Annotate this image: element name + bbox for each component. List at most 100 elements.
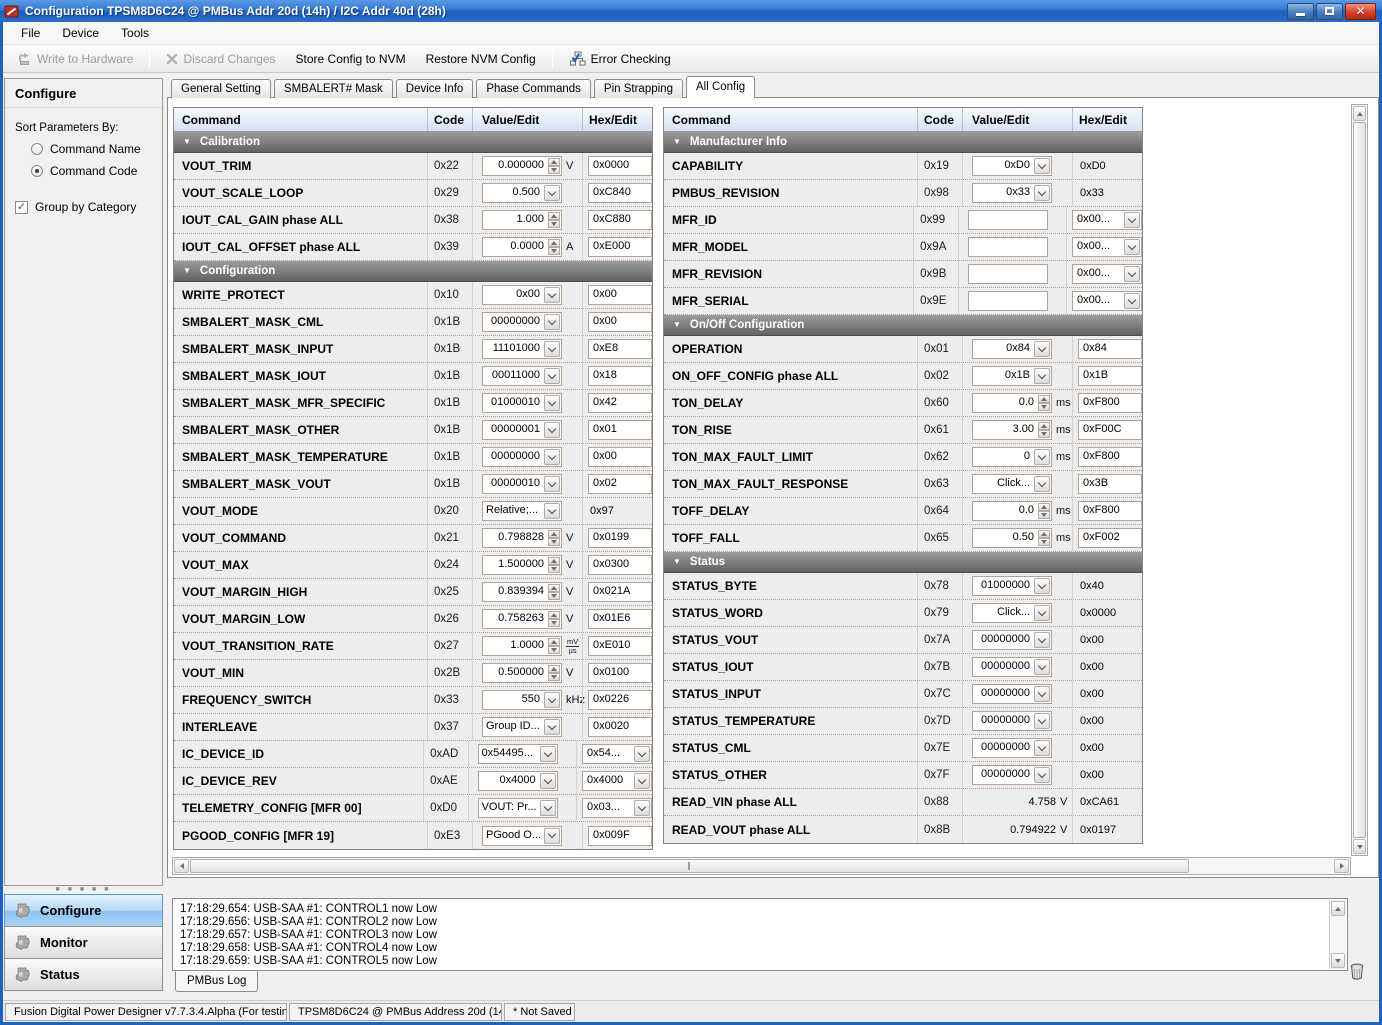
dropdown-arrow-icon[interactable] <box>1034 740 1050 756</box>
value-dropdown[interactable]: 0.500 <box>482 183 562 203</box>
value-dropdown[interactable]: 01000000 <box>972 576 1052 596</box>
spin-down-button[interactable] <box>1038 430 1050 438</box>
toolbar-restore-nvm-config[interactable]: Restore NVM Config <box>418 49 544 69</box>
dropdown-arrow-icon[interactable] <box>544 449 560 465</box>
toolbar-store-config-to-nvm[interactable]: Store Config to NVM <box>288 49 414 69</box>
vertical-scrollbar-thumb[interactable] <box>1353 122 1366 838</box>
value-dropdown[interactable]: 00000000 <box>972 765 1052 785</box>
hex-dropdown[interactable]: 0x03... <box>582 798 652 818</box>
tab-all-config[interactable]: All Config <box>686 76 755 98</box>
hex-editbox[interactable]: 0x00 <box>588 312 652 332</box>
hex-editbox[interactable]: 0xE8 <box>588 339 652 359</box>
value-spinbox[interactable]: 0.000000 <box>482 156 562 176</box>
dropdown-arrow-icon[interactable] <box>1034 158 1050 174</box>
section-header-status[interactable]: ▼Status <box>664 552 1142 573</box>
value-dropdown[interactable]: 0x84 <box>972 339 1052 359</box>
spin-down-button[interactable] <box>548 646 560 654</box>
radio-command-code[interactable]: Command Code <box>31 164 162 178</box>
spin-up-button[interactable] <box>548 611 560 619</box>
tab-pin-strapping[interactable]: Pin Strapping <box>594 79 683 98</box>
value-spinbox[interactable]: 1.000 <box>482 210 562 230</box>
spin-up-button[interactable] <box>548 665 560 673</box>
hex-editbox[interactable]: 0x0199 <box>588 528 652 548</box>
tab-phase-commands[interactable]: Phase Commands <box>476 79 591 98</box>
hex-editbox[interactable]: 0xF800 <box>1078 447 1142 467</box>
nav-monitor[interactable]: tiMonitor <box>4 926 163 959</box>
menu-device[interactable]: Device <box>52 24 109 42</box>
hex-editbox[interactable]: 0x00 <box>588 447 652 467</box>
dropdown-arrow-icon[interactable] <box>544 503 560 519</box>
scroll-left-button[interactable] <box>174 859 189 873</box>
log-scroll-up-button[interactable] <box>1331 901 1345 916</box>
value-spinbox[interactable]: 0.798828 <box>482 528 562 548</box>
dropdown-arrow-icon[interactable] <box>1034 578 1050 594</box>
sidebar-splitter-handle[interactable]: ■ ■ ■ ■ ■ <box>4 886 163 893</box>
spin-up-button[interactable] <box>548 158 560 166</box>
hex-editbox[interactable]: 0x42 <box>588 393 652 413</box>
dropdown-arrow-icon[interactable] <box>1034 686 1050 702</box>
log-scroll-down-button[interactable] <box>1331 953 1345 968</box>
tab-general-setting[interactable]: General Setting <box>171 79 271 98</box>
spin-up-button[interactable] <box>548 239 560 247</box>
value-dropdown[interactable]: 00000000 <box>482 447 562 467</box>
value-dropdown[interactable]: 00000000 <box>482 312 562 332</box>
value-dropdown[interactable]: Group ID... <box>482 717 562 737</box>
hex-editbox[interactable]: 0x3B <box>1078 474 1142 494</box>
value-spinbox[interactable]: 0.500000 <box>482 663 562 683</box>
dropdown-arrow-icon[interactable] <box>1034 368 1050 384</box>
spin-up-button[interactable] <box>548 638 560 646</box>
spin-up-button[interactable] <box>548 584 560 592</box>
dropdown-arrow-icon[interactable] <box>1124 266 1140 282</box>
value-dropdown[interactable]: 00000000 <box>972 630 1052 650</box>
spin-up-button[interactable] <box>548 530 560 538</box>
hex-editbox[interactable]: 0xC840 <box>588 183 652 203</box>
radio-command-name[interactable]: Command Name <box>31 142 162 156</box>
tab-device-info[interactable]: Device Info <box>396 79 474 98</box>
section-header-calibration[interactable]: ▼Calibration <box>174 132 652 153</box>
hex-dropdown[interactable]: 0x00... <box>1072 210 1142 230</box>
value-dropdown[interactable]: 0x54495... <box>478 744 558 764</box>
clear-log-button[interactable] <box>1347 961 1367 981</box>
value-dropdown[interactable]: Click... <box>972 474 1052 494</box>
value-spinbox[interactable]: 0.50 <box>972 528 1052 548</box>
value-dropdown[interactable]: 0x4000 <box>478 771 558 791</box>
value-dropdown[interactable]: 00000001 <box>482 420 562 440</box>
hex-editbox[interactable]: 0xC880 <box>588 210 652 230</box>
hex-editbox[interactable]: 0x1B <box>1078 366 1142 386</box>
value-dropdown[interactable]: PGood O... <box>482 826 562 846</box>
value-dropdown[interactable]: 00000010 <box>482 474 562 494</box>
dropdown-arrow-icon[interactable] <box>1124 239 1140 255</box>
spin-up-button[interactable] <box>548 557 560 565</box>
spin-up-button[interactable] <box>1038 503 1050 511</box>
value-dropdown[interactable]: 550 <box>482 690 562 710</box>
dropdown-arrow-icon[interactable] <box>1034 632 1050 648</box>
horizontal-scrollbar[interactable] <box>172 857 1351 875</box>
spin-down-button[interactable] <box>548 247 560 255</box>
value-dropdown[interactable]: 00000000 <box>972 711 1052 731</box>
dropdown-arrow-icon[interactable] <box>1034 605 1050 621</box>
tab-smbalert-mask[interactable]: SMBALERT# Mask <box>274 79 393 98</box>
maximize-button[interactable] <box>1316 3 1343 20</box>
column-header-code[interactable]: Code <box>427 108 472 131</box>
dropdown-arrow-icon[interactable] <box>544 341 560 357</box>
dropdown-arrow-icon[interactable] <box>540 746 556 762</box>
value-dropdown[interactable]: 00011000 <box>482 366 562 386</box>
column-header-value-edit[interactable]: Value/Edit <box>962 108 1072 131</box>
spin-down-button[interactable] <box>548 538 560 546</box>
hex-editbox[interactable]: 0xF00C <box>1078 420 1142 440</box>
spin-down-button[interactable] <box>1038 511 1050 519</box>
dropdown-arrow-icon[interactable] <box>1034 476 1050 492</box>
spin-down-button[interactable] <box>548 619 560 627</box>
spin-up-button[interactable] <box>1038 422 1050 430</box>
column-header-code[interactable]: Code <box>917 108 962 131</box>
spin-down-button[interactable] <box>548 565 560 573</box>
toolbar-error-checking[interactable]: Error Checking <box>561 48 679 69</box>
hex-editbox[interactable]: 0x0100 <box>588 663 652 683</box>
hex-dropdown[interactable]: 0x4000 <box>582 771 652 791</box>
hex-editbox[interactable]: 0x0000 <box>588 156 652 176</box>
value-spinbox[interactable]: 1.500000 <box>482 555 562 575</box>
spin-down-button[interactable] <box>548 673 560 681</box>
hex-editbox[interactable]: 0xF002 <box>1078 528 1142 548</box>
value-spinbox[interactable]: 0.0 <box>972 393 1052 413</box>
value-textbox[interactable] <box>968 210 1048 230</box>
